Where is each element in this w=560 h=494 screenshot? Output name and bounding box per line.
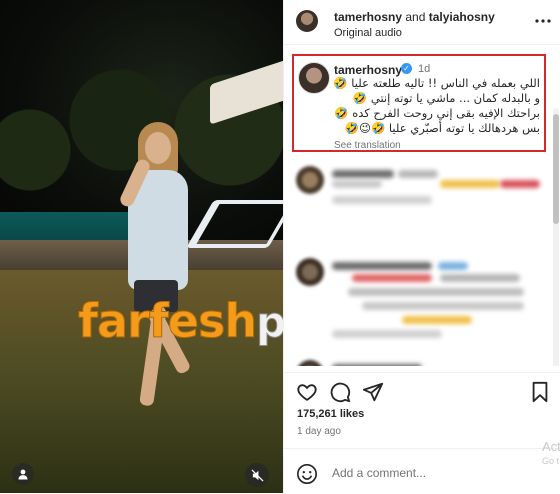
caption-username[interactable]: tamerhosny	[334, 63, 402, 77]
comment-icon[interactable]	[329, 381, 351, 403]
dancer-face	[145, 132, 171, 164]
caption-line: و بالبدله كمان ... ماشي يا توته إنتي 🤣	[352, 91, 540, 105]
activate-overlay: Act Go t	[542, 440, 560, 468]
post-panel: tamerhosny and talyiahosny Original audi…	[283, 0, 560, 493]
bookmark-icon[interactable]	[530, 381, 552, 403]
blurred-text	[332, 170, 394, 178]
collaborator-username[interactable]: talyiahosny	[429, 10, 495, 24]
commenter-avatar[interactable]	[296, 360, 324, 366]
and-label: and	[402, 10, 429, 24]
likes-count[interactable]: 175,261 likes	[297, 408, 364, 420]
audio-link[interactable]: Original audio	[334, 27, 402, 39]
send-icon[interactable]	[362, 381, 384, 403]
caption-text: اللي بعمله في الناس !! تاليه طلعته عليا …	[322, 76, 540, 136]
blurred-emoji	[500, 180, 540, 188]
more-dots-icon[interactable]	[535, 10, 551, 28]
blurred-text	[438, 262, 468, 270]
add-comment-bar	[284, 448, 560, 494]
blurred-text	[398, 170, 438, 178]
comments-section[interactable]: tamerhosny ✓ 1d اللي بعمله في الناس !! ت…	[284, 48, 560, 366]
blurred-text	[332, 262, 432, 270]
blurred-text	[440, 274, 520, 282]
caption-highlight: tamerhosny ✓ 1d اللي بعمله في الناس !! ت…	[292, 54, 546, 152]
blurred-emoji	[402, 316, 472, 324]
video-player[interactable]: farfeshplus.com	[0, 0, 283, 493]
site-watermark: farfeshplus.com	[77, 294, 283, 349]
blurred-text	[332, 196, 432, 204]
blurred-text	[332, 330, 442, 338]
scrollbar-thumb[interactable]	[553, 114, 559, 224]
commenter-avatar[interactable]	[296, 166, 324, 194]
activate-line1: Act	[542, 439, 560, 454]
activate-line2: Go t	[542, 456, 560, 466]
caption-line: براحتك الإفيه بقى إني روحت الفرح كده 🤣	[334, 106, 540, 120]
author-username[interactable]: tamerhosny	[334, 10, 402, 24]
blurred-emoji	[352, 274, 432, 282]
post-header: tamerhosny and talyiahosny Original audi…	[284, 0, 560, 45]
watermark-part2: plus.com	[256, 298, 283, 348]
action-bar	[284, 372, 560, 405]
person-icon[interactable]	[12, 463, 34, 485]
author-names: tamerhosny and talyiahosny	[334, 10, 495, 24]
commenter-avatar[interactable]	[296, 258, 324, 286]
caption-time: 1d	[418, 63, 431, 75]
see-translation-link[interactable]: See translation	[334, 140, 401, 151]
post-timestamp: 1 day ago	[297, 426, 341, 437]
author-avatar[interactable]	[296, 10, 318, 32]
comments-scrollbar[interactable]	[553, 108, 559, 366]
heart-icon[interactable]	[296, 381, 318, 403]
caption-line: اللي بعمله في الناس !! تاليه طلعته عليا …	[333, 76, 540, 90]
blurred-text	[348, 288, 524, 296]
watermark-part1: farfesh	[77, 294, 257, 349]
blurred-emoji	[440, 180, 500, 188]
verified-badge-icon: ✓	[401, 63, 412, 74]
blurred-text	[332, 364, 422, 366]
caption-line: بس هردهالك يا توته أصبّري عليا 🤣😉🤣	[344, 121, 540, 135]
speaker-muted-icon[interactable]	[245, 463, 269, 487]
blurred-text	[362, 302, 524, 310]
smiley-icon[interactable]	[296, 463, 318, 485]
add-comment-input[interactable]	[332, 463, 502, 483]
blurred-emoji	[332, 180, 382, 188]
